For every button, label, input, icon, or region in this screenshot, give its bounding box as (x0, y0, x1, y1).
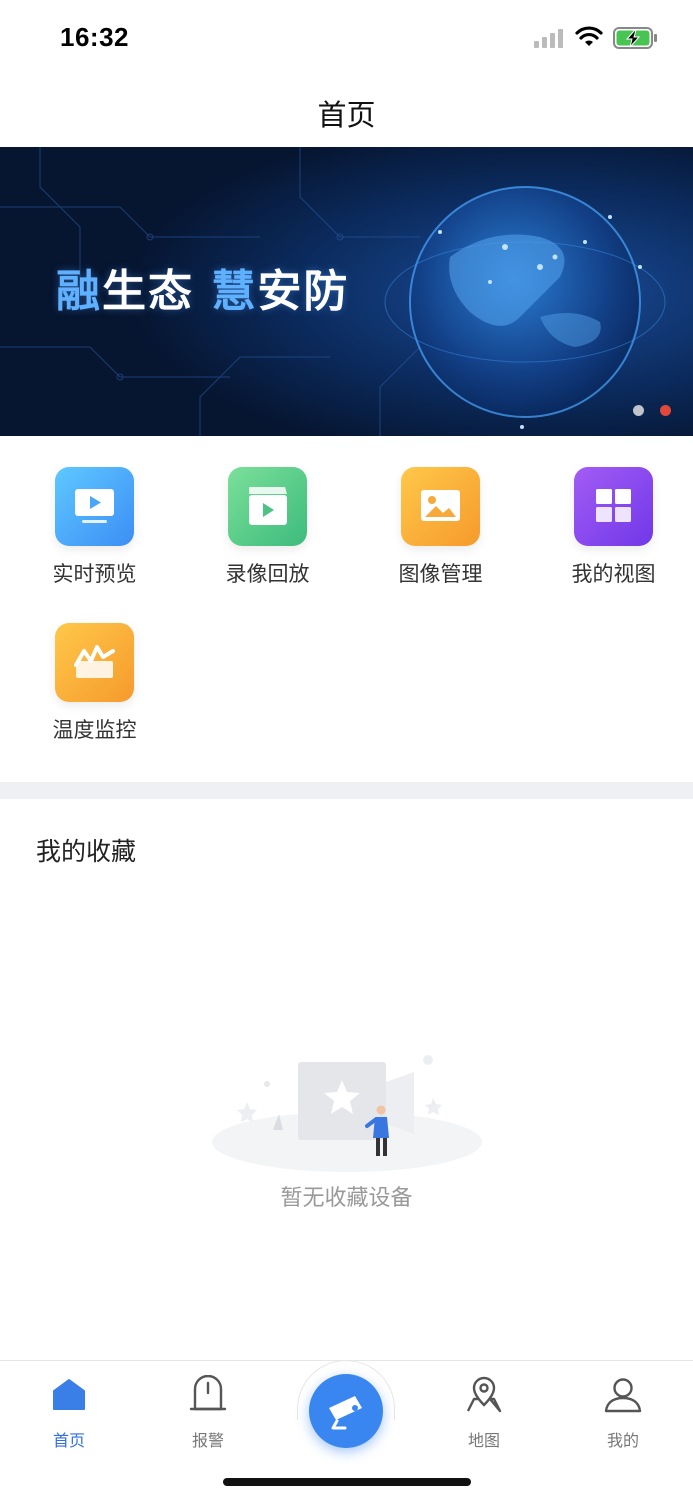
app-label: 录像回放 (225, 562, 310, 586)
tab-label: 报警 (191, 1431, 224, 1450)
favorites-title: 我的收藏 (36, 837, 137, 866)
grid-view-icon (574, 467, 653, 546)
app-temperature-monitor[interactable]: 温度监控 (8, 623, 181, 744)
banner-carousel[interactable]: 融生态 慧安防 (0, 147, 693, 436)
app-label: 温度监控 (52, 718, 137, 742)
user-icon (604, 1378, 642, 1413)
alarm-icon (189, 1374, 227, 1411)
battery-charging-icon (613, 27, 657, 49)
camera-icon (329, 1396, 362, 1430)
tab-alarm[interactable]: 报警 (168, 1374, 248, 1451)
camera-center-button[interactable] (309, 1374, 383, 1448)
tab-label: 首页 (52, 1431, 85, 1450)
status-bar: 16:32 (0, 0, 693, 76)
monitor-play-icon (55, 467, 134, 546)
tab-label: 地图 (467, 1431, 500, 1450)
banner-slogan-highlight-1: 融 (56, 266, 102, 317)
empty-favorites-illustration (212, 1055, 482, 1172)
app-label: 我的视图 (571, 562, 656, 586)
image-icon (401, 467, 480, 546)
section-divider (0, 782, 693, 799)
temperature-chart-icon (55, 623, 134, 702)
app-label: 图像管理 (398, 562, 483, 586)
tab-home[interactable]: 首页 (29, 1375, 109, 1451)
map-icon (466, 1376, 502, 1413)
nav-bar: 首页 (0, 76, 693, 146)
home-indicator (223, 1478, 471, 1486)
clapperboard-icon (228, 467, 307, 546)
app-playback[interactable]: 录像回放 (181, 467, 354, 588)
banner-slogan-highlight-2: 慧 (211, 266, 258, 317)
tab-mine[interactable]: 我的 (583, 1375, 663, 1451)
app-label: 实时预览 (52, 562, 137, 586)
function-grid: 实时预览 录像回放 图像管理 我的视图 温度监控 (0, 436, 693, 781)
home-icon (53, 1379, 85, 1410)
tab-map[interactable]: 地图 (444, 1375, 524, 1451)
carousel-dot-active[interactable] (660, 405, 671, 416)
page-title: 首页 (317, 98, 376, 132)
wifi-icon (575, 26, 603, 46)
banner-slogan: 融生态 慧安防 (56, 255, 349, 319)
banner-slogan-part-2: 安防 (257, 266, 350, 317)
cellular-signal-icon (534, 29, 563, 48)
app-live-preview[interactable]: 实时预览 (8, 467, 181, 588)
carousel-dot[interactable] (633, 405, 644, 416)
carousel-indicator (633, 405, 671, 416)
tab-label: 我的 (606, 1431, 639, 1450)
banner-slogan-part-1: 生态 (102, 266, 212, 317)
empty-favorites-text: 暂无收藏设备 (280, 1186, 413, 1211)
app-my-view[interactable]: 我的视图 (527, 467, 693, 588)
status-time: 16:32 (60, 22, 129, 52)
app-image-management[interactable]: 图像管理 (354, 467, 527, 588)
